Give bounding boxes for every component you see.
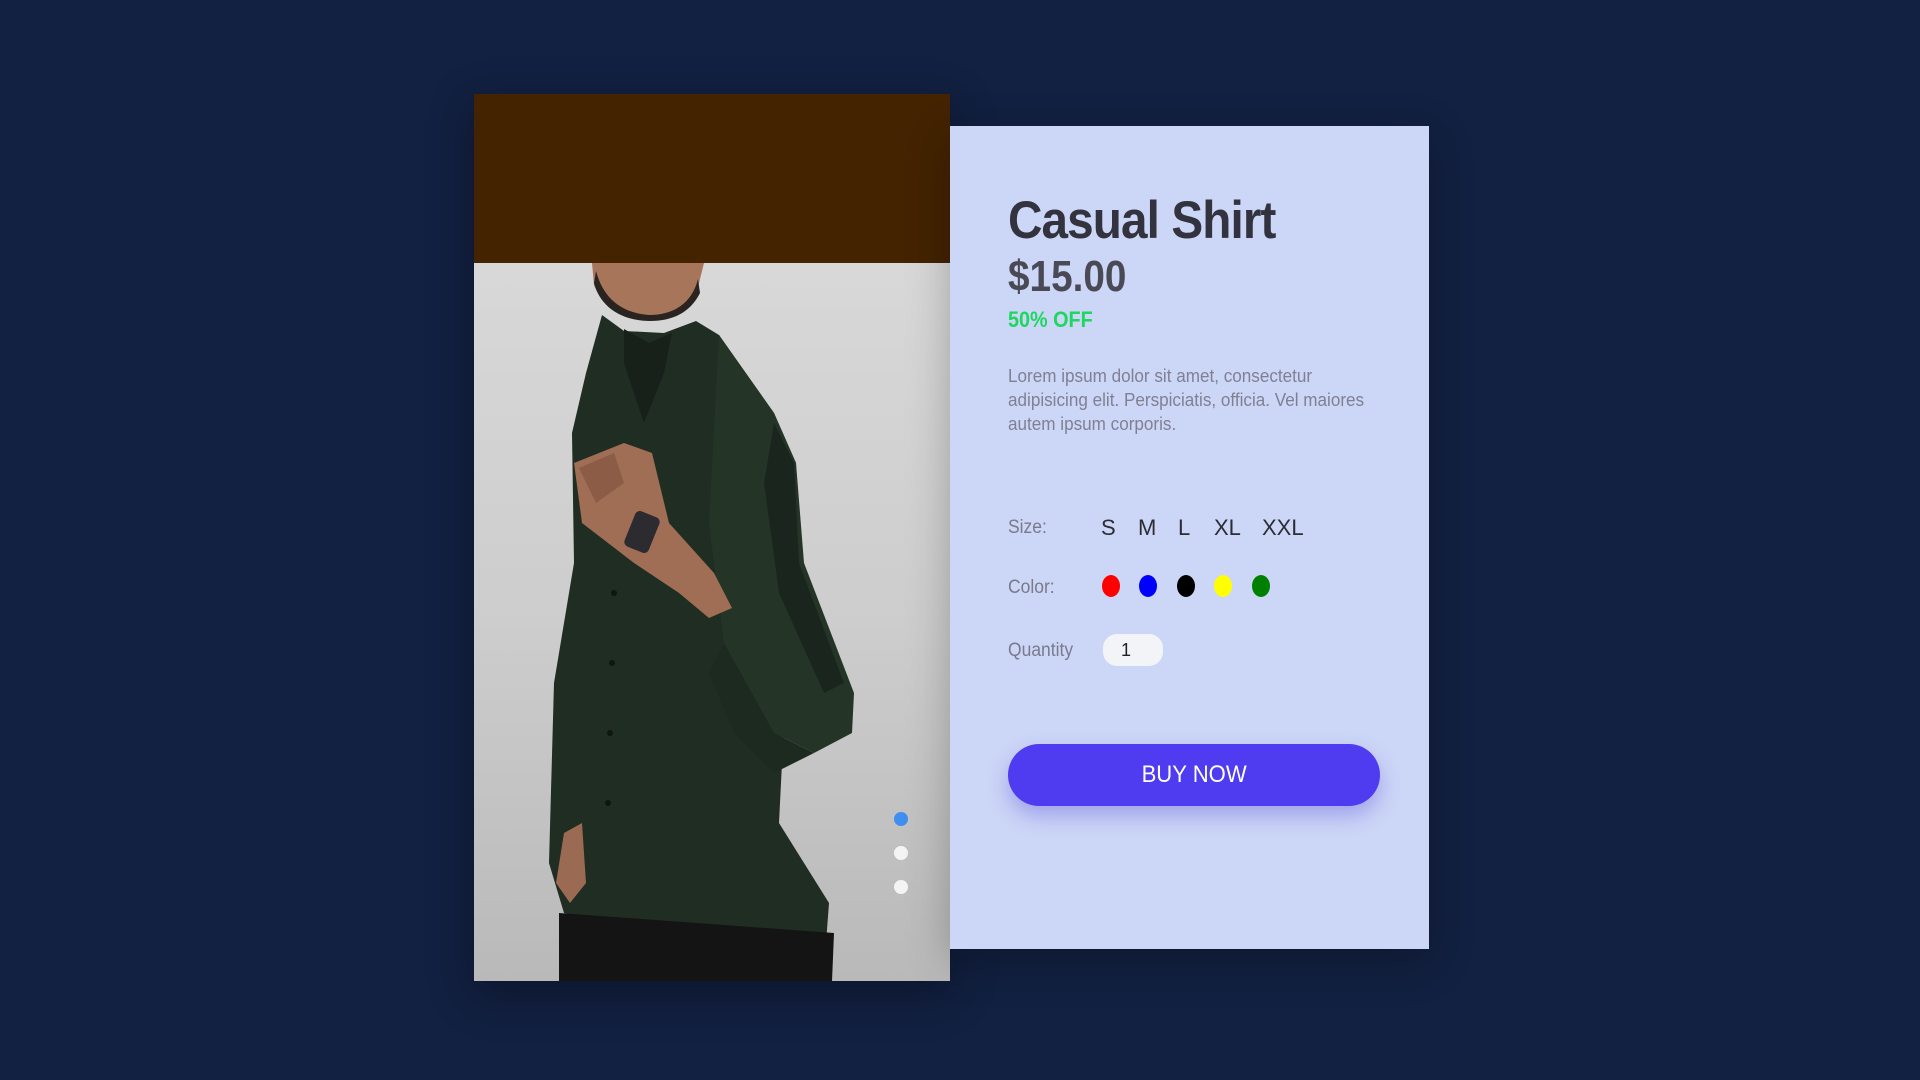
color-swatch-black[interactable] xyxy=(1177,575,1195,597)
size-option-xxl[interactable]: XXL xyxy=(1262,515,1304,541)
product-photo-icon xyxy=(549,263,854,981)
size-option-l[interactable]: L xyxy=(1178,515,1190,541)
product-photo xyxy=(474,263,950,981)
product-title: Casual Shirt xyxy=(1008,191,1276,250)
slider-dot-1[interactable] xyxy=(894,812,908,826)
product-description: Lorem ipsum dolor sit amet, consectetur … xyxy=(1008,366,1365,434)
color-label: Color: xyxy=(1008,577,1055,598)
product-image-panel xyxy=(474,94,950,981)
size-label: Size: xyxy=(1008,517,1047,538)
quantity-label: Quantity xyxy=(1008,640,1074,661)
slider-dot-2[interactable] xyxy=(894,846,908,860)
quantity-input[interactable] xyxy=(1103,634,1163,666)
color-swatch-green[interactable] xyxy=(1252,575,1270,597)
color-swatch-blue[interactable] xyxy=(1139,575,1157,597)
buy-now-label: BUY NOW xyxy=(1141,761,1247,788)
slider-dot-3[interactable] xyxy=(894,880,908,894)
product-price: $15.00 xyxy=(1008,252,1127,301)
size-option-m[interactable]: M xyxy=(1138,515,1156,541)
product-details-panel: Casual Shirt $15.00 50% OFF Lorem ipsum … xyxy=(950,126,1429,949)
discount-badge: 50% OFF xyxy=(1008,307,1093,332)
image-header-band xyxy=(474,94,950,263)
color-swatch-red[interactable] xyxy=(1102,575,1120,597)
image-slider-dots xyxy=(894,812,910,914)
buy-now-button[interactable]: BUY NOW xyxy=(1008,744,1380,806)
size-option-xl[interactable]: XL xyxy=(1214,515,1241,541)
color-swatch-yellow[interactable] xyxy=(1214,575,1232,597)
size-option-s[interactable]: S xyxy=(1101,515,1116,541)
